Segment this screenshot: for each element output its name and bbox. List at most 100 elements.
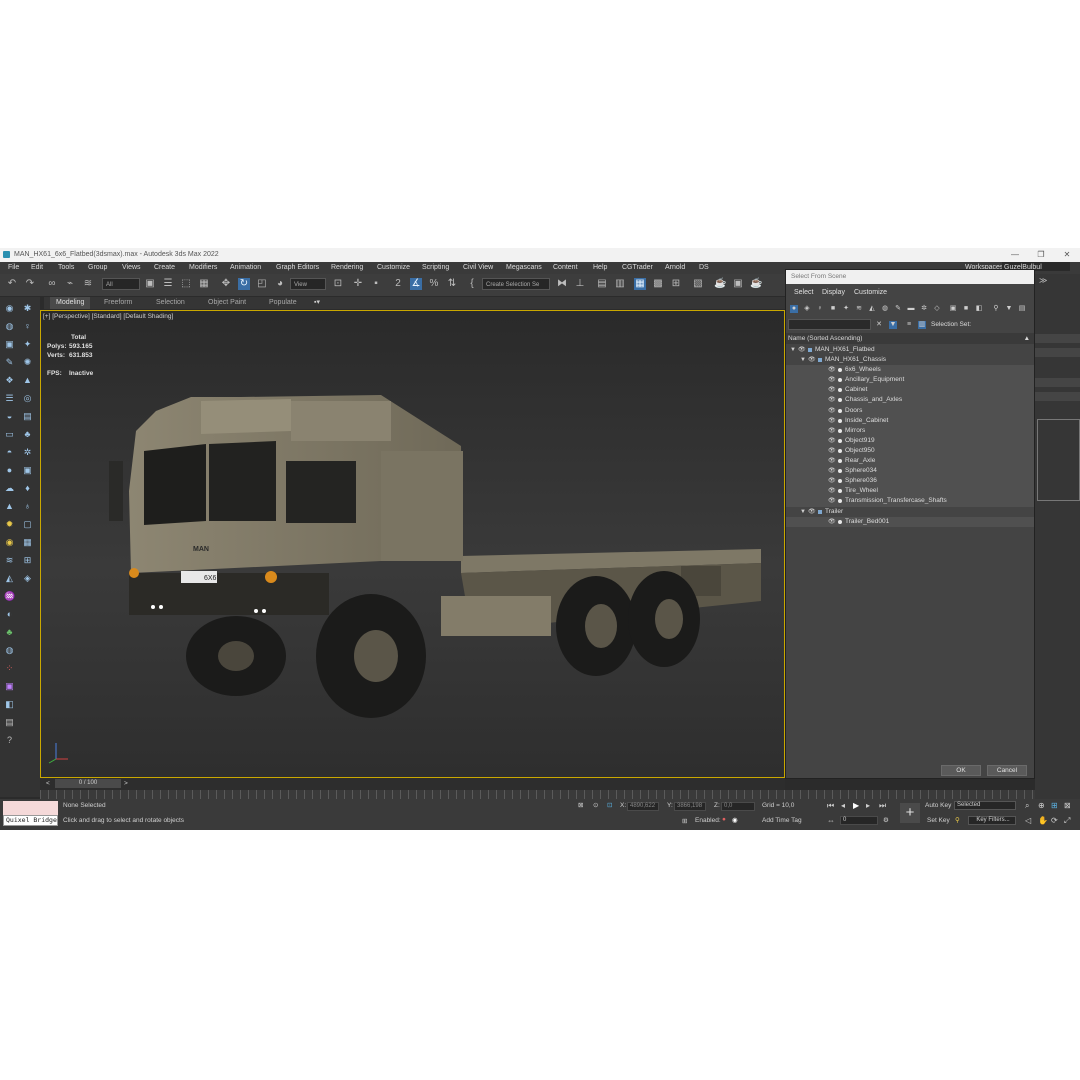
tree-row[interactable]: 👁 Sphere034 bbox=[786, 466, 1034, 477]
paint-icon[interactable]: ♦ bbox=[22, 483, 33, 494]
tree-row[interactable]: 👁 Object919 bbox=[786, 435, 1034, 446]
selection-filter-dropdown[interactable]: All bbox=[102, 278, 140, 290]
z-coord-field[interactable]: 0,0 bbox=[721, 802, 755, 811]
auto-key-button[interactable]: Auto Key bbox=[925, 802, 951, 809]
tree-row[interactable]: ▼ 👁 MAN_HX61_Flatbed bbox=[786, 345, 1034, 355]
zoom-extents-icon[interactable]: ⊞ bbox=[1051, 801, 1058, 810]
visibility-eye-icon[interactable]: 👁 bbox=[828, 446, 836, 456]
ref-coord-dropdown[interactable]: View bbox=[290, 278, 326, 290]
clear-search-icon[interactable]: ✕ bbox=[875, 321, 883, 329]
frame-icon[interactable]: ▢ bbox=[22, 519, 33, 530]
truck-model[interactable]: 6X6 MAN bbox=[41, 311, 785, 778]
fog-icon[interactable]: ☁ bbox=[4, 483, 15, 494]
set-key-big-icon[interactable]: + bbox=[900, 803, 920, 823]
systems-icon[interactable]: ▲ bbox=[22, 375, 33, 386]
visibility-eye-icon[interactable]: 👁 bbox=[828, 406, 836, 416]
expand-arrow-icon[interactable]: ▼ bbox=[790, 345, 796, 355]
tree-row[interactable]: ▼ 👁 MAN_HX61_Chassis bbox=[786, 355, 1034, 365]
menu-scripting[interactable]: Scripting bbox=[422, 262, 449, 274]
tree-row[interactable]: 👁 Rear_Axle bbox=[786, 456, 1034, 467]
snaps-toggle-icon[interactable]: 2 bbox=[392, 278, 404, 290]
visibility-eye-icon[interactable]: 👁 bbox=[828, 375, 836, 385]
search-input[interactable] bbox=[788, 319, 871, 330]
orbit-icon[interactable]: ⟳ bbox=[1051, 816, 1058, 825]
visibility-eye-icon[interactable]: 👁 bbox=[808, 507, 816, 517]
axis-icon[interactable]: ⊞ bbox=[22, 555, 33, 566]
settings-icon[interactable]: ✲ bbox=[22, 447, 33, 458]
goto-start-icon[interactable]: ⏮ bbox=[827, 801, 834, 811]
ribbon-toggle-icon[interactable]: ▦ bbox=[634, 278, 646, 290]
rotate-icon[interactable]: ↻ bbox=[238, 278, 250, 290]
tab-populate[interactable]: Populate bbox=[269, 297, 297, 309]
time-next-button[interactable]: > bbox=[124, 780, 128, 787]
redo-icon[interactable]: ↷ bbox=[24, 278, 36, 290]
tree-row[interactable]: 👁 Ancillary_Equipment bbox=[786, 375, 1034, 386]
menu-content[interactable]: Content bbox=[553, 262, 578, 274]
track-bar[interactable] bbox=[40, 790, 1080, 799]
visibility-eye-icon[interactable]: 👁 bbox=[828, 426, 836, 436]
time-tag-icon[interactable]: ⊞ bbox=[682, 817, 687, 825]
close-button[interactable]: ✕ bbox=[1056, 248, 1078, 262]
menu-group[interactable]: Group bbox=[88, 262, 107, 274]
menu-modifiers[interactable]: Modifiers bbox=[189, 262, 217, 274]
hair-icon[interactable]: ≋ bbox=[4, 555, 15, 566]
minimize-button[interactable]: — bbox=[1004, 248, 1026, 262]
teapot-icon[interactable]: ◍ bbox=[4, 321, 15, 332]
cone-icon[interactable]: ◭ bbox=[4, 573, 15, 584]
add-time-tag[interactable]: Add Time Tag bbox=[762, 817, 802, 824]
display-invert-icon[interactable]: ◧ bbox=[975, 305, 983, 313]
light-icon[interactable]: ♀ bbox=[22, 321, 33, 332]
angle-snap-icon[interactable]: ∡ bbox=[410, 278, 422, 290]
folder-icon[interactable]: ▭ bbox=[4, 429, 15, 440]
menu-tools[interactable]: Tools bbox=[58, 262, 74, 274]
visibility-eye-icon[interactable]: 👁 bbox=[828, 517, 836, 527]
globe-icon[interactable]: ◎ bbox=[22, 393, 33, 404]
menu-civil-view[interactable]: Civil View bbox=[463, 262, 493, 274]
menu-views[interactable]: Views bbox=[122, 262, 141, 274]
filter-geometry-icon[interactable]: ● bbox=[790, 305, 798, 313]
tree-icon[interactable]: ♣ bbox=[22, 429, 33, 440]
tree-row[interactable]: 👁 Tire_Wheel bbox=[786, 486, 1034, 497]
filter-containers-icon[interactable]: ▬ bbox=[907, 305, 915, 313]
camera-icon[interactable]: ▣ bbox=[4, 339, 15, 350]
tree-row[interactable]: 👁 Doors bbox=[786, 405, 1034, 416]
mirror-icon[interactable]: ⧓ bbox=[556, 278, 568, 290]
schematic-view-icon[interactable]: ⊞ bbox=[670, 278, 682, 290]
menu-edit[interactable]: Edit bbox=[31, 262, 43, 274]
color-dots-icon[interactable]: ⁘ bbox=[4, 663, 15, 674]
link-icon[interactable]: ∞ bbox=[46, 278, 58, 290]
time-config-button-icon[interactable]: ⚙ bbox=[883, 816, 889, 824]
tab-object-paint[interactable]: Object Paint bbox=[208, 297, 246, 309]
display-all-icon[interactable]: ▣ bbox=[949, 305, 957, 313]
menu-animation[interactable]: Animation bbox=[230, 262, 261, 274]
menu-graph-editors[interactable]: Graph Editors bbox=[276, 262, 319, 274]
script-icon[interactable]: ▤ bbox=[4, 717, 15, 728]
visibility-eye-icon[interactable]: 👁 bbox=[828, 385, 836, 395]
filter-cameras-icon[interactable]: ■ bbox=[829, 305, 837, 313]
menu-ds[interactable]: DS bbox=[699, 262, 709, 274]
filter-lights-icon[interactable]: ♀ bbox=[816, 305, 824, 313]
visibility-eye-icon[interactable]: 👁 bbox=[808, 355, 816, 365]
maximize-viewport-icon[interactable]: ⤢ bbox=[1064, 816, 1070, 826]
visibility-eye-icon[interactable]: 👁 bbox=[828, 436, 836, 446]
filter-options-icon[interactable]: ⚲ bbox=[992, 305, 1000, 313]
named-selection-dropdown[interactable]: Create Selection Se bbox=[482, 278, 550, 290]
unlink-icon[interactable]: ⌁ bbox=[64, 278, 76, 290]
undo-icon[interactable]: ↶ bbox=[6, 278, 18, 290]
cancel-button[interactable]: Cancel bbox=[987, 765, 1027, 776]
expand-arrow-icon[interactable]: ▼ bbox=[800, 355, 806, 365]
rendered-frame-icon[interactable]: ▣ bbox=[732, 278, 744, 290]
zoom-extents-all-icon[interactable]: ⊠ bbox=[1064, 801, 1071, 810]
goto-end-icon[interactable]: ⏭ bbox=[879, 801, 886, 811]
set-key-button[interactable]: Set Key bbox=[927, 817, 950, 824]
tab-modeling[interactable]: Modeling bbox=[50, 297, 91, 309]
x-coord-field[interactable]: 4890,622 bbox=[627, 802, 659, 811]
visibility-eye-icon[interactable]: 👁 bbox=[828, 456, 836, 466]
expand-arrow-icon[interactable]: ▼ bbox=[800, 507, 806, 517]
curve-editor-icon[interactable]: ▩ bbox=[652, 278, 664, 290]
lamp-icon[interactable]: ♁ bbox=[22, 501, 33, 512]
spacewarp-icon[interactable]: ✺ bbox=[22, 357, 33, 368]
vray-icon[interactable]: ◧ bbox=[4, 699, 15, 710]
tree-row[interactable]: 👁 Trailer_Bed001 bbox=[786, 516, 1034, 527]
visibility-eye-icon[interactable]: 👁 bbox=[828, 395, 836, 405]
